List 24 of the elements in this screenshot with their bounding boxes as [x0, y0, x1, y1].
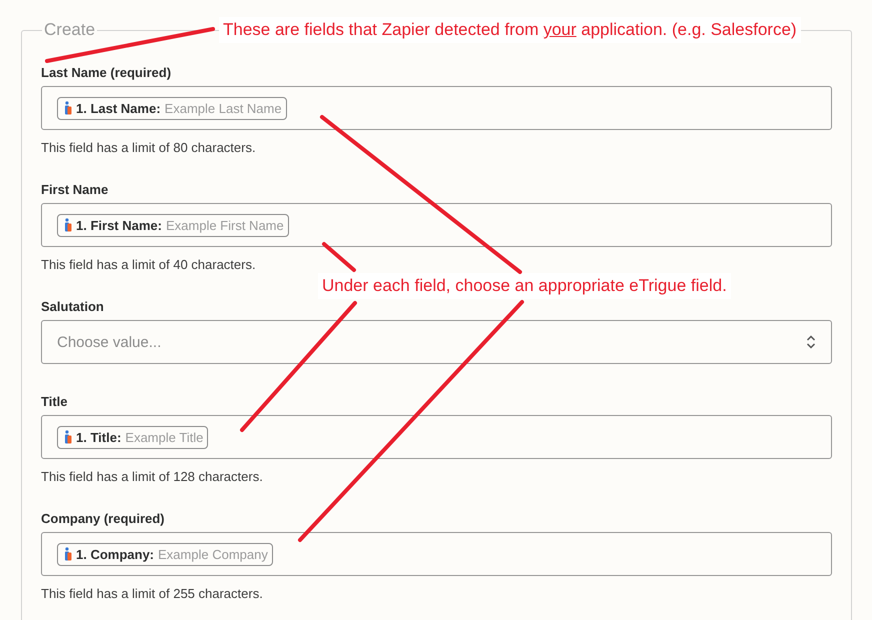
field-label: Salutation [41, 298, 105, 316]
people-icon [64, 430, 72, 444]
help-text: This field has a limit of 80 characters. [41, 140, 257, 156]
people-icon [64, 218, 72, 232]
field-label: Title [41, 393, 68, 411]
help-text: This field has a limit of 255 characters. [41, 586, 264, 602]
updown-chevron-icon [806, 334, 816, 350]
people-icon [64, 547, 72, 561]
mapped-value-chip[interactable]: 1. First Name: Example First Name [57, 214, 289, 236]
input-field[interactable]: 1. Company: Example Company [41, 532, 832, 576]
input-field[interactable]: 1. Last Name: Example Last Name [41, 86, 832, 130]
input-field[interactable]: 1. First Name: Example First Name [41, 203, 832, 247]
input-field[interactable]: 1. Title: Example Title [41, 415, 832, 459]
field-label: Last Name (required) [41, 64, 172, 82]
field-label: Company (required) [41, 510, 166, 528]
mapped-value-chip[interactable]: 1. Title: Example Title [57, 426, 208, 448]
annotation-note: These are fields that Zapier detected from your application. (e.g. Salesforce) [219, 17, 801, 43]
mapped-value-chip[interactable]: 1. Last Name: Example Last Name [57, 96, 287, 120]
field-label: First Name [41, 181, 110, 199]
annotation-note: Under each field, choose an appropriate eTrigue field. [318, 273, 731, 299]
help-text: This field has a limit of 128 characters. [41, 469, 264, 485]
help-text: This field has a limit of 40 characters. [41, 257, 257, 273]
mapped-value-chip[interactable]: 1. Company: Example Company [57, 542, 273, 566]
people-icon [64, 101, 72, 115]
